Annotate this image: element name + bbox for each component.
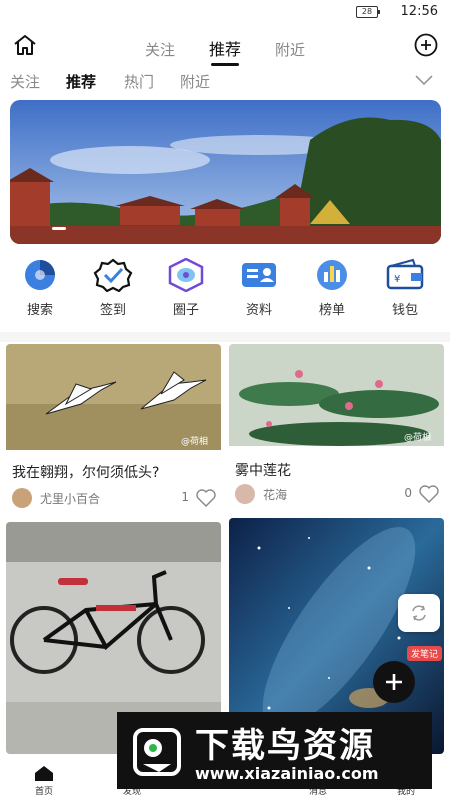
- post-meta: 尤里小百合 1: [12, 488, 217, 508]
- tab-recommend[interactable]: 推荐: [209, 36, 241, 66]
- shortcut-wallet[interactable]: ¥ 钱包: [375, 258, 435, 318]
- post-title: 雾中莲花: [235, 463, 291, 479]
- home-icon: [35, 766, 53, 781]
- banner-carousel[interactable]: [10, 100, 441, 244]
- status-time: 12:56: [400, 4, 438, 19]
- ranking-icon: [317, 260, 347, 290]
- post-card[interactable]: @荷相 雾中莲花 花海 0: [229, 344, 444, 514]
- heart-icon[interactable]: [418, 484, 440, 504]
- tab-nearby[interactable]: 附近: [275, 39, 305, 60]
- shortcut-ranking[interactable]: 榜单: [302, 258, 362, 318]
- add-post-button[interactable]: [373, 661, 415, 703]
- profile-card-icon: [242, 263, 276, 287]
- post-author: 尤里小百合: [40, 492, 101, 506]
- circle-icon: [168, 258, 204, 292]
- chevron-down-icon[interactable]: [414, 74, 434, 86]
- shortcut-search[interactable]: 搜索: [10, 258, 70, 318]
- subtab-follow[interactable]: 关注: [10, 71, 40, 92]
- top-nav: 关注 推荐 附近: [0, 28, 450, 66]
- post-meta: 花海 0: [235, 484, 440, 504]
- svg-text:@荷相: @荷相: [404, 431, 431, 443]
- search-icon: [25, 260, 55, 290]
- avatar: [12, 488, 32, 508]
- watermark-title: 下载鸟资源: [195, 726, 375, 766]
- post-author: 花海: [263, 488, 288, 502]
- checkin-icon: [93, 258, 133, 292]
- battery-icon: 28: [356, 6, 380, 18]
- post-title: 我在翱翔，尔何须低头?: [12, 465, 160, 481]
- subtab-recommend[interactable]: 推荐: [66, 71, 96, 92]
- top-tabs: 关注 推荐 附近: [0, 36, 450, 66]
- subtab-nearby[interactable]: 附近: [180, 71, 210, 92]
- banner-image: [10, 100, 441, 244]
- nav-home[interactable]: 首页: [19, 764, 69, 797]
- shortcut-circle[interactable]: 圈子: [156, 258, 216, 318]
- post-image-cranes: @荷相: [6, 344, 221, 450]
- post-card[interactable]: @荷相 我在翱翔，尔何须低头? 尤里小百合 1: [6, 344, 221, 514]
- post-note-badge[interactable]: 发笔记: [407, 646, 443, 661]
- svg-text:¥: ¥: [394, 274, 400, 285]
- post-image-lotus: @荷相: [229, 344, 444, 446]
- shortcut-checkin[interactable]: 签到: [83, 258, 143, 318]
- avatar: [235, 484, 255, 504]
- svg-text:@荷相: @荷相: [181, 435, 208, 447]
- watermark-url: www.xiazainiao.com: [195, 764, 379, 783]
- like-count: 0: [404, 486, 412, 500]
- bird-logo-icon: [133, 728, 181, 776]
- plus-icon: [386, 674, 402, 690]
- shortcut-row: 搜索 签到 圈子 资料 榜单 ¥ 钱包: [0, 258, 450, 324]
- subtab-hot[interactable]: 热门: [124, 71, 154, 92]
- like-count: 1: [181, 490, 189, 504]
- refresh-icon: [412, 605, 426, 621]
- tab-follow[interactable]: 关注: [145, 39, 175, 60]
- add-circle-icon[interactable]: [414, 33, 438, 57]
- sub-nav: 关注 推荐 热门 附近: [0, 68, 450, 96]
- watermark-banner: 下载鸟资源 www.xiazainiao.com: [117, 712, 432, 789]
- section-divider: [0, 332, 450, 342]
- wallet-icon: ¥: [386, 258, 424, 290]
- shortcut-profile[interactable]: 资料: [229, 258, 289, 318]
- refresh-button[interactable]: [398, 594, 440, 632]
- heart-icon[interactable]: [195, 488, 217, 508]
- status-bar: 28 12:56: [0, 0, 450, 26]
- carousel-indicator: [52, 227, 66, 230]
